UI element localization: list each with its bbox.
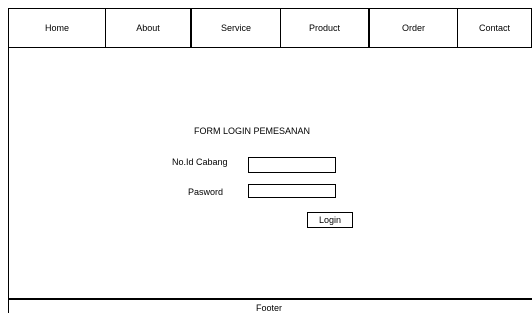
footer-divider bbox=[8, 298, 532, 300]
content-left-border bbox=[8, 48, 9, 313]
nav-item-home-label: Home bbox=[44, 23, 69, 33]
main-nav: Home About Service Product Order Contact bbox=[8, 8, 532, 48]
nav-item-contact[interactable]: Contact bbox=[457, 9, 531, 47]
nav-item-product[interactable]: Product bbox=[280, 9, 368, 47]
branch-id-label: No.Id Cabang bbox=[172, 157, 228, 167]
password-input[interactable] bbox=[248, 184, 336, 198]
nav-item-order-label: Order bbox=[401, 23, 425, 33]
nav-item-service-label: Service bbox=[220, 23, 251, 33]
nav-item-contact-label: Contact bbox=[478, 23, 511, 33]
password-label: Pasword bbox=[188, 187, 224, 197]
branch-id-input[interactable] bbox=[248, 157, 336, 173]
nav-item-about-label: About bbox=[136, 23, 160, 33]
nav-item-product-label: Product bbox=[308, 23, 341, 33]
form-title: FORM LOGIN PEMESANAN bbox=[194, 126, 311, 136]
page: Home About Service Product Order Contact… bbox=[0, 0, 532, 313]
nav-item-about[interactable]: About bbox=[105, 9, 190, 47]
nav-item-service[interactable]: Service bbox=[190, 9, 280, 47]
nav-item-home[interactable]: Home bbox=[9, 9, 105, 47]
login-button[interactable]: Login bbox=[307, 212, 353, 228]
nav-item-order[interactable]: Order bbox=[368, 9, 457, 47]
footer-text: Footer bbox=[256, 303, 283, 313]
